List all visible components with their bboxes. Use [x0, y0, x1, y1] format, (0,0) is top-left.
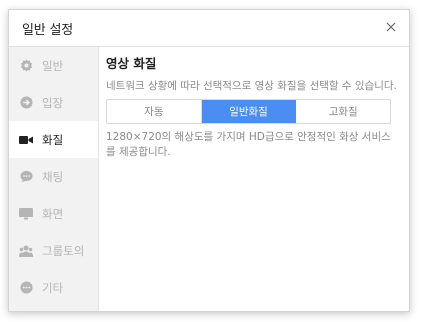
settings-sidebar: 일반 입장 화질 채팅 화면 그룹토의 기타	[9, 47, 99, 311]
sidebar-item-label: 화질	[42, 132, 64, 147]
sidebar-item-chat[interactable]: 채팅	[9, 158, 98, 195]
sidebar-item-quality[interactable]: 화질	[9, 121, 98, 158]
monitor-icon	[19, 207, 33, 221]
dialog-header: 일반 설정	[9, 10, 409, 47]
quality-option-high[interactable]: 고화질	[296, 100, 390, 123]
gear-icon	[19, 59, 33, 73]
sidebar-item-screen[interactable]: 화면	[9, 195, 98, 232]
section-description: 네트워크 상황에 따라 선택적으로 영상 화질을 선택할 수 있습니다.	[106, 80, 397, 92]
sidebar-item-label: 채팅	[42, 169, 64, 184]
quality-option-standard[interactable]: 일반화질	[201, 100, 297, 123]
sidebar-item-label: 기타	[42, 280, 64, 295]
sidebar-item-enter[interactable]: 입장	[9, 84, 98, 121]
chat-bubble-icon	[19, 170, 33, 184]
close-icon	[386, 22, 396, 32]
quality-settings-panel: 영상 화질 네트워크 상황에 따라 선택적으로 영상 화질을 선택할 수 있습니…	[106, 53, 411, 160]
quality-option-auto[interactable]: 자동	[107, 100, 202, 123]
group-icon	[19, 244, 33, 258]
sidebar-item-label: 화면	[42, 206, 64, 221]
video-camera-icon	[19, 133, 33, 147]
enter-arrow-icon	[19, 96, 33, 110]
sidebar-item-label: 그룹토의	[42, 243, 85, 258]
sidebar-item-group[interactable]: 그룹토의	[9, 232, 98, 269]
more-dots-icon	[19, 281, 33, 295]
section-title: 영상 화질	[106, 56, 157, 71]
sidebar-item-etc[interactable]: 기타	[9, 269, 98, 306]
sidebar-item-label: 일반	[42, 58, 64, 73]
dialog-title: 일반 설정	[22, 23, 73, 38]
quality-info-text: 1280×720의 해상도를 가지며 HD급으로 안정적인 화상 서비스를 제공…	[106, 131, 391, 158]
sidebar-item-general[interactable]: 일반	[9, 47, 98, 84]
close-button[interactable]	[381, 17, 401, 37]
sidebar-item-label: 입장	[42, 95, 64, 110]
quality-segmented-control: 자동 일반화질 고화질	[106, 99, 391, 124]
